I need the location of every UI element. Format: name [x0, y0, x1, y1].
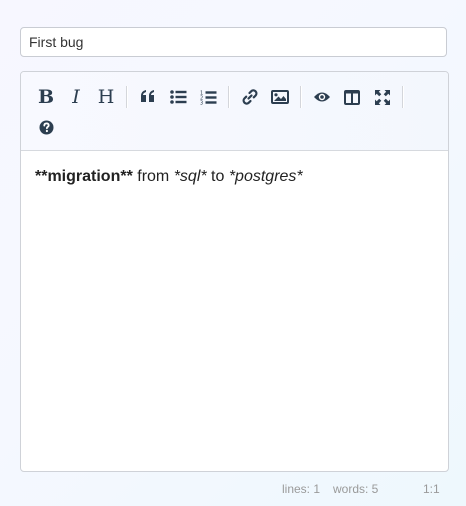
heading-button[interactable]: H	[91, 82, 121, 112]
image-icon	[271, 90, 289, 104]
fullscreen-button[interactable]	[367, 82, 397, 112]
side-by-side-icon	[344, 89, 360, 105]
editor-text-plain: to	[206, 168, 229, 185]
toolbar-separator	[126, 86, 128, 108]
line-count: lines: 1	[282, 482, 321, 496]
help-button[interactable]	[31, 112, 61, 142]
toolbar-separator	[402, 86, 404, 108]
editor-text-italic: *postgres*	[228, 168, 303, 185]
cursor-position: 1:1	[423, 482, 440, 496]
svg-text:3: 3	[200, 100, 203, 105]
help-icon	[39, 120, 53, 134]
quote-button[interactable]	[133, 82, 163, 112]
bold-icon: B	[37, 86, 55, 108]
quote-icon	[141, 90, 154, 102]
side-by-side-button[interactable]	[337, 82, 367, 112]
editor-text-bold: **migration**	[35, 168, 133, 185]
unordered-list-button[interactable]	[163, 82, 193, 112]
italic-icon: I	[72, 86, 80, 108]
editor-text-italic: *sql*	[173, 168, 207, 185]
toolbar-row-1: B I H 1 2 3	[31, 82, 448, 112]
link-button[interactable]	[235, 82, 265, 112]
markdown-editor: B I H 1 2 3 **migration** from *sql* to …	[20, 71, 449, 472]
preview-button[interactable]	[307, 82, 337, 112]
heading-icon: H	[97, 86, 115, 108]
word-count: words: 5	[333, 482, 379, 496]
title-input[interactable]	[20, 27, 447, 57]
unordered-list-icon	[169, 90, 186, 104]
image-button[interactable]	[265, 82, 295, 112]
editor-text-area[interactable]: **migration** from *sql* to *postgres*	[21, 151, 448, 203]
ordered-list-icon: 1 2 3	[200, 90, 216, 105]
toolbar-separator	[300, 86, 302, 108]
editor-toolbar: B I H 1 2 3	[21, 72, 448, 151]
toolbar-separator	[228, 86, 230, 108]
ordered-list-button[interactable]: 1 2 3	[193, 82, 223, 112]
link-icon	[242, 89, 258, 105]
bold-button[interactable]: B	[31, 82, 61, 112]
toolbar-row-2	[31, 112, 448, 142]
preview-icon	[314, 92, 330, 102]
editor-statusbar: lines: 1 words: 5 1:1	[0, 480, 466, 500]
editor-text-plain: from	[132, 168, 174, 185]
italic-button[interactable]: I	[61, 82, 91, 112]
fullscreen-icon	[374, 89, 390, 105]
